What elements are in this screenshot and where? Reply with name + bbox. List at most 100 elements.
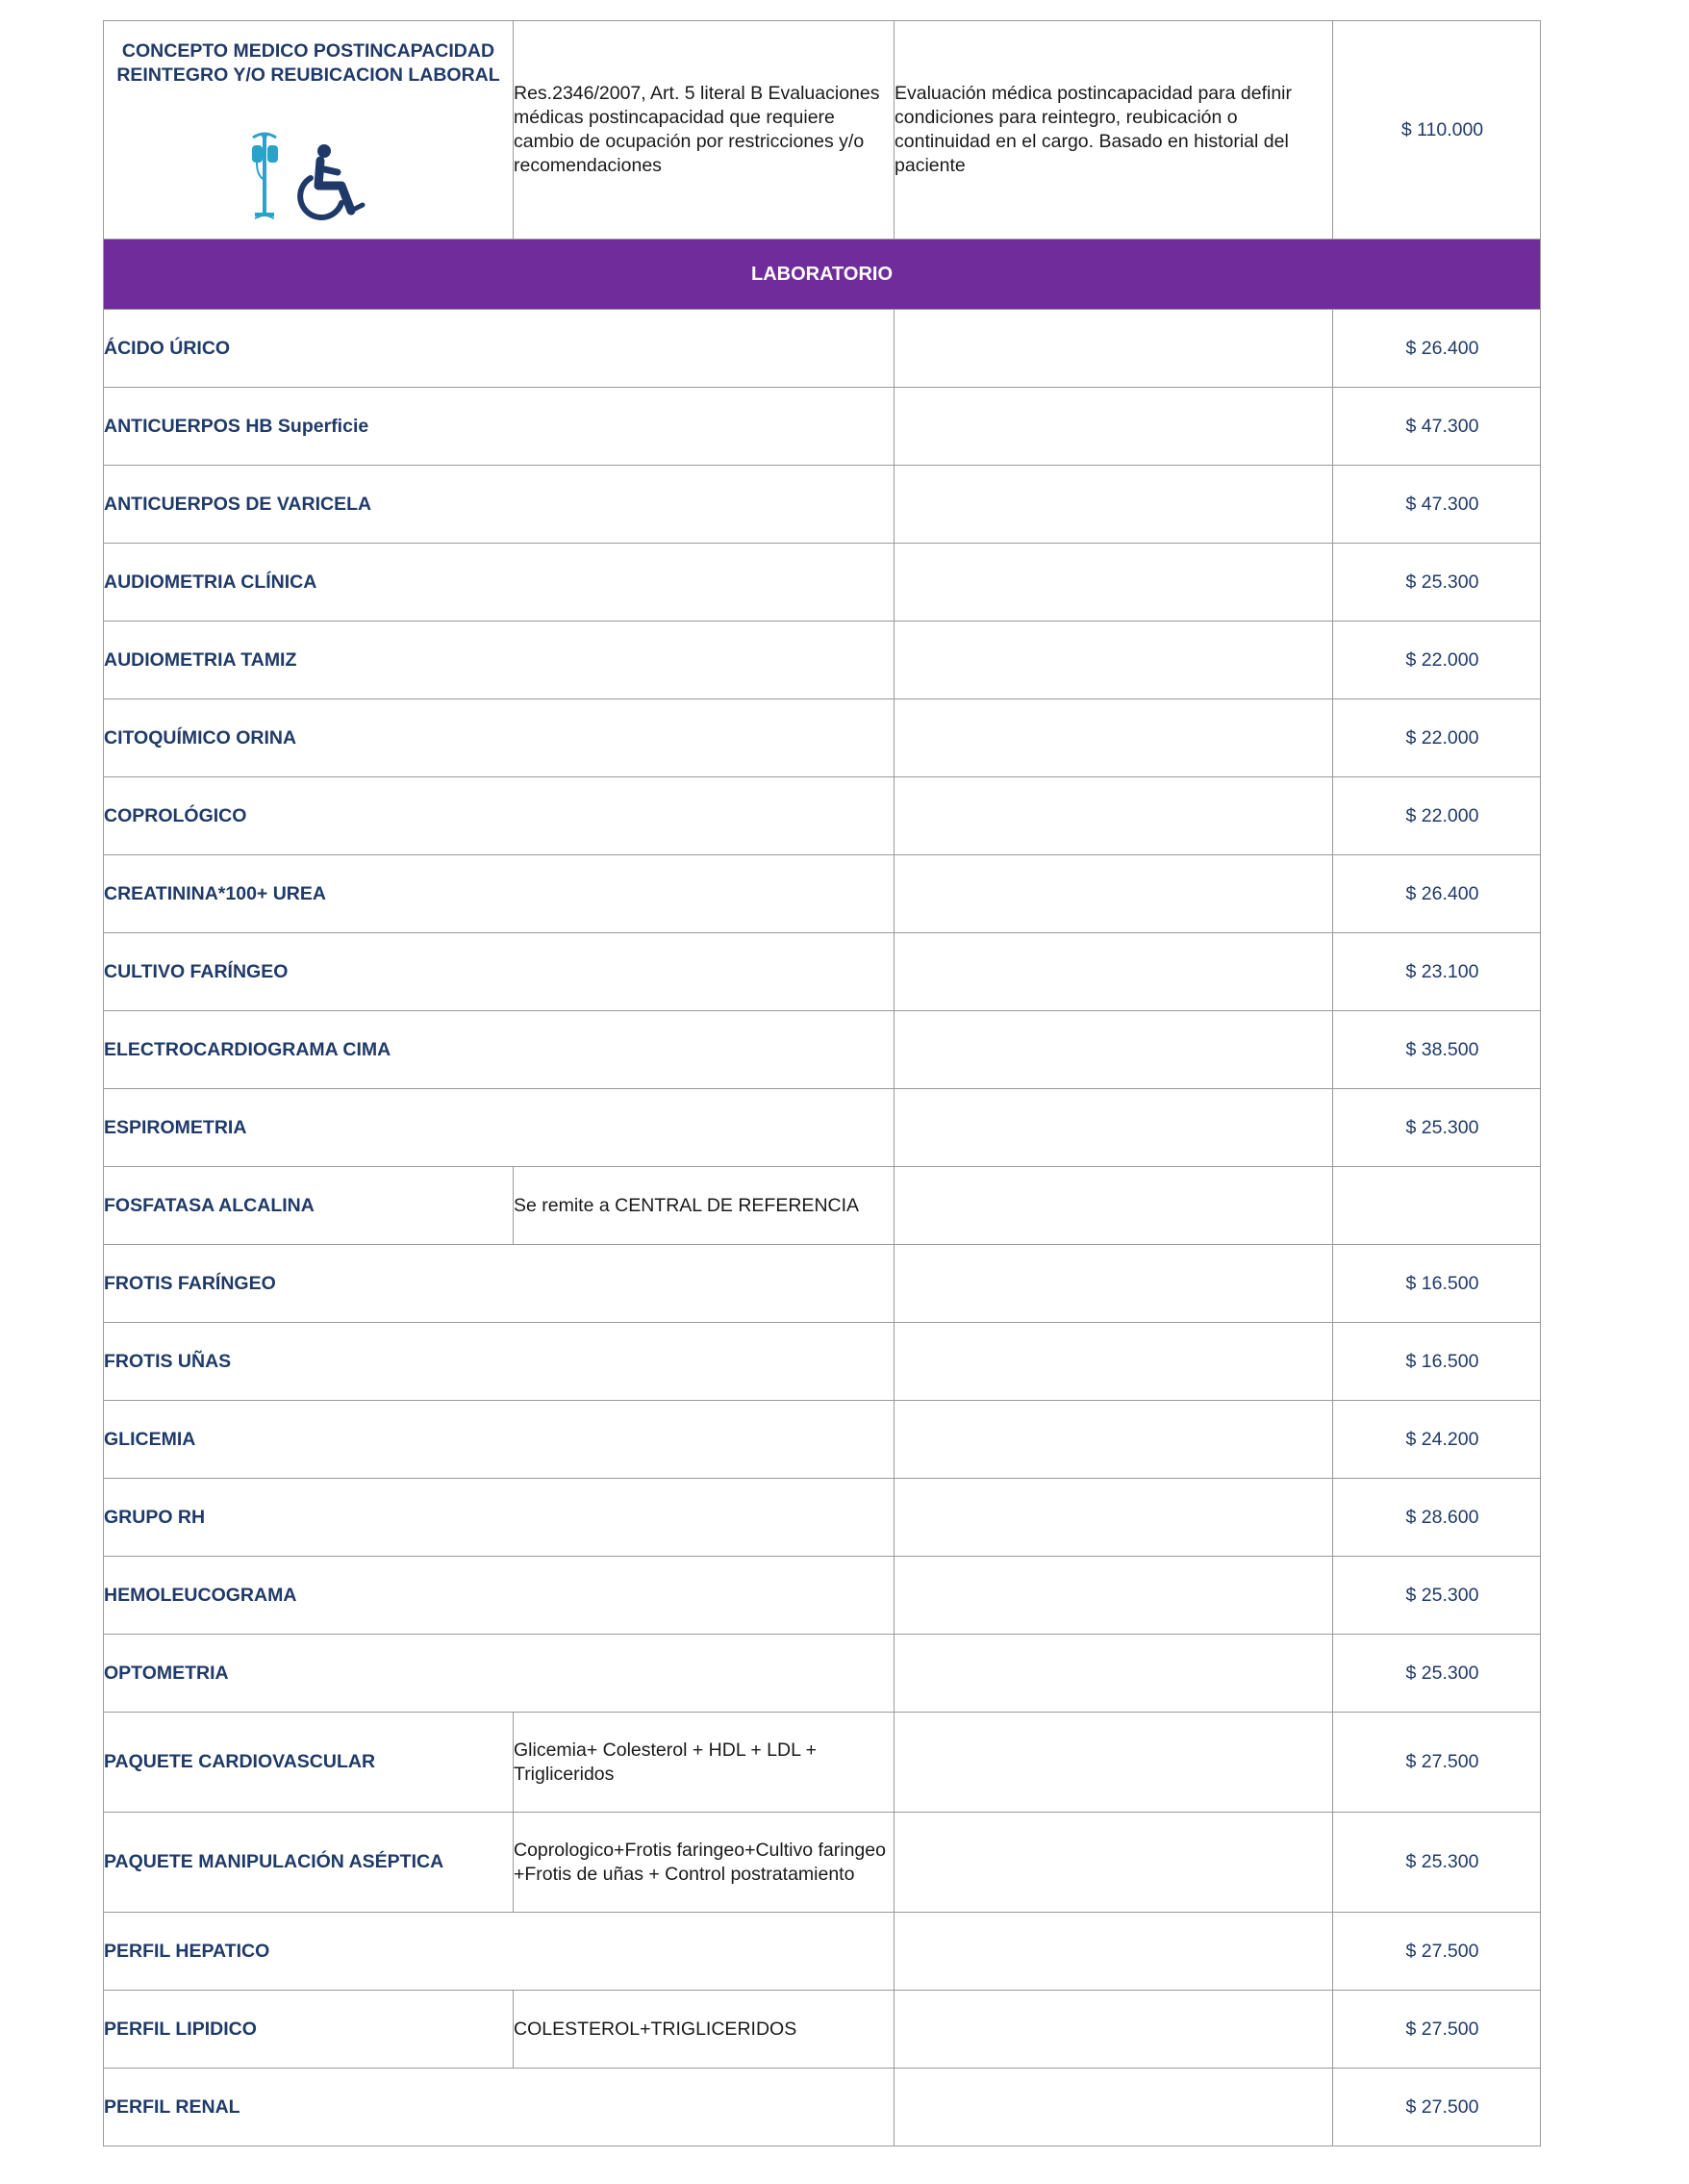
table-row: ESPIROMETRIA $ 25.300: [103, 1088, 1541, 1167]
table-row: ANTICUERPOS HB Superficie $ 47.300: [103, 387, 1541, 466]
item-price-value: $ 25.300: [1405, 571, 1479, 593]
item-price: $ 38.500: [1332, 1010, 1541, 1089]
item-price: $ 25.300: [1332, 1812, 1541, 1913]
table-row: PAQUETE MANIPULACIÓN ASÉPTICA Coprologico…: [103, 1812, 1541, 1913]
item-empty-cell: [894, 1010, 1333, 1089]
table-row: GRUPO RH $ 28.600: [103, 1478, 1541, 1557]
item-price-value: $ 25.300: [1405, 1116, 1479, 1138]
item-price: $ 23.100: [1332, 932, 1541, 1011]
item-price: $ 16.500: [1332, 1322, 1541, 1401]
item-name: AUDIOMETRIA TAMIZ: [103, 621, 895, 699]
item-empty-cell: [894, 1556, 1333, 1635]
item-price: $ 26.400: [1332, 309, 1541, 388]
item-price: $ 22.000: [1332, 698, 1541, 777]
item-name: OPTOMETRIA: [103, 1634, 895, 1713]
item-name: PERFIL RENAL: [103, 2068, 895, 2146]
table-row: FOSFATASA ALCALINA Se remite a CENTRAL DE…: [103, 1166, 1541, 1245]
item-empty-cell: [894, 1400, 1333, 1479]
item-empty-cell: [894, 309, 1333, 388]
item-price-value: $ 47.300: [1405, 493, 1479, 515]
item-empty-cell: [894, 2068, 1333, 2146]
item-price: $ 47.300: [1332, 387, 1541, 466]
item-price-value: $ 27.500: [1405, 2095, 1479, 2118]
item-name: ANTICUERPOS HB Superficie: [103, 387, 895, 466]
wheelchair-icon: [296, 144, 365, 220]
item-empty-cell: [894, 1712, 1333, 1813]
section-header-row: LABORATORIO: [103, 239, 1541, 310]
item-price: $ 26.400: [1332, 854, 1541, 933]
item-name: GRUPO RH: [103, 1478, 895, 1557]
item-empty-cell: [894, 621, 1333, 699]
price-table: CONCEPTO MEDICO POSTINCAPACIDAD REINTEGR…: [103, 20, 1541, 2146]
item-price-value: $ 27.500: [1405, 2018, 1479, 2040]
table-row: OPTOMETRIA $ 25.300: [103, 1634, 1541, 1713]
table-row: PERFIL RENAL $ 27.500: [103, 2068, 1541, 2146]
item-price-value: $ 47.300: [1405, 415, 1479, 437]
item-empty-cell: [894, 698, 1333, 777]
table-row: PERFIL HEPATICO $ 27.500: [103, 1912, 1541, 1991]
concept-price: $ 110.000: [1332, 20, 1541, 240]
item-name: PAQUETE CARDIOVASCULAR: [103, 1712, 514, 1813]
item-name: CITOQUÍMICO ORINA: [103, 698, 895, 777]
item-empty-cell: [894, 1244, 1333, 1323]
item-note: Glicemia+ Colesterol + HDL + LDL + Trigl…: [513, 1712, 895, 1813]
item-price-value: $ 24.200: [1405, 1428, 1479, 1450]
item-empty-cell: [894, 1990, 1333, 2069]
item-note: COLESTEROL+TRIGLICERIDOS: [513, 1990, 895, 2069]
table-row: PERFIL LIPIDICO COLESTEROL+TRIGLICERIDOS $…: [103, 1990, 1541, 2069]
item-price: $ 28.600: [1332, 1478, 1541, 1557]
item-price-value: $ 38.500: [1405, 1038, 1479, 1060]
table-row: ANTICUERPOS DE VARICELA $ 47.300: [103, 465, 1541, 544]
item-empty-cell: [894, 1088, 1333, 1167]
item-price: $ 16.500: [1332, 1244, 1541, 1323]
concept-description: Evaluación médica postincapacidad para d…: [894, 20, 1333, 240]
item-price-value: $ 25.300: [1405, 1584, 1479, 1606]
item-name: HEMOLEUCOGRAMA: [103, 1556, 895, 1635]
item-name: ÁCIDO ÚRICO: [103, 309, 895, 388]
item-name: PERFIL LIPIDICO: [103, 1990, 514, 2069]
item-price: $ 47.300: [1332, 465, 1541, 544]
item-name: AUDIOMETRIA CLÍNICA: [103, 543, 895, 622]
concept-title: CONCEPTO MEDICO POSTINCAPACIDAD REINTEGR…: [116, 40, 500, 86]
concept-row: CONCEPTO MEDICO POSTINCAPACIDAD REINTEGR…: [103, 20, 1541, 240]
table-row: CITOQUÍMICO ORINA $ 22.000: [103, 698, 1541, 777]
item-price-value: $ 28.600: [1405, 1506, 1479, 1528]
table-row: GLICEMIA $ 24.200: [103, 1400, 1541, 1479]
table-row: FROTIS FARÍNGEO $ 16.500: [103, 1244, 1541, 1323]
item-name: ESPIROMETRIA: [103, 1088, 895, 1167]
item-price: $ 25.300: [1332, 1556, 1541, 1635]
item-empty-cell: [894, 387, 1333, 466]
item-name: PERFIL HEPATICO: [103, 1912, 895, 1991]
item-price-value: $ 16.500: [1405, 1350, 1479, 1372]
item-price-value: $ 25.300: [1405, 1662, 1479, 1684]
item-price-value: $ 22.000: [1405, 726, 1479, 749]
item-price-value: $ 22.000: [1405, 648, 1479, 671]
iv-drip-icon: [251, 132, 278, 219]
item-empty-cell: [894, 1166, 1333, 1245]
item-price-value: $ 27.500: [1405, 1751, 1479, 1772]
item-name: GLICEMIA: [103, 1400, 895, 1479]
item-price: $ 22.000: [1332, 776, 1541, 855]
item-empty-cell: [894, 543, 1333, 622]
item-price-value: $ 26.400: [1405, 337, 1479, 359]
item-price-value: $ 26.400: [1405, 882, 1479, 904]
item-name: ANTICUERPOS DE VARICELA: [103, 465, 895, 544]
item-price-value: $ 16.500: [1405, 1272, 1479, 1294]
item-name: FOSFATASA ALCALINA: [103, 1166, 514, 1245]
item-name: CREATININA*100+ UREA: [103, 854, 895, 933]
item-empty-cell: [894, 1322, 1333, 1401]
item-price-value: $ 22.000: [1405, 804, 1479, 826]
table-row: CULTIVO FARÍNGEO $ 23.100: [103, 932, 1541, 1011]
concept-icons: [104, 132, 513, 220]
item-price: $ 24.200: [1332, 1400, 1541, 1479]
table-row: CREATININA*100+ UREA $ 26.400: [103, 854, 1541, 933]
item-empty-cell: [894, 1912, 1333, 1991]
item-price: $ 25.300: [1332, 543, 1541, 622]
item-note: Coprologico+Frotis faringeo+Cultivo fari…: [513, 1812, 895, 1913]
item-price: $ 25.300: [1332, 1634, 1541, 1713]
table-row: COPROLÓGICO $ 22.000: [103, 776, 1541, 855]
item-empty-cell: [894, 776, 1333, 855]
item-empty-cell: [894, 1634, 1333, 1713]
item-price: $ 25.300: [1332, 1088, 1541, 1167]
concept-title-cell: CONCEPTO MEDICO POSTINCAPACIDAD REINTEGR…: [103, 20, 514, 240]
